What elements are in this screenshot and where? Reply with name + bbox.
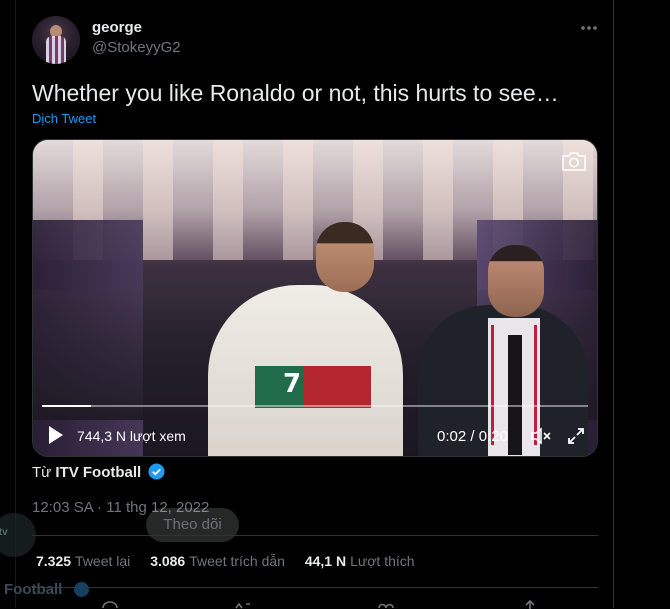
jersey-number: 7 bbox=[283, 369, 302, 399]
source-account-link[interactable]: ITV Football bbox=[55, 464, 141, 481]
video-time: 0:02 / 0:20 bbox=[437, 428, 508, 445]
retweet-count: 7.325 bbox=[36, 553, 72, 569]
like-count: 44,1 N bbox=[304, 553, 347, 569]
retweet-label: Tweet lại bbox=[75, 553, 131, 569]
user-handle[interactable]: @StokeyyG2 bbox=[92, 39, 181, 56]
follow-button[interactable]: Theo dõi bbox=[146, 508, 239, 542]
display-name[interactable]: george bbox=[92, 19, 142, 36]
itv-logo-text: itv bbox=[0, 527, 8, 538]
camera-icon-svg bbox=[562, 152, 586, 171]
video-progress-fill bbox=[42, 405, 92, 407]
video-player-head bbox=[316, 222, 374, 292]
right-column-border bbox=[613, 0, 614, 608]
quote-label: Tweet trích dẫn bbox=[189, 553, 285, 569]
hover-card-account-name: Football bbox=[4, 581, 63, 598]
video-source: Từ ITV Football bbox=[32, 463, 165, 481]
play-icon[interactable] bbox=[47, 425, 65, 445]
play-icon-svg bbox=[49, 426, 63, 444]
retweet-stat[interactable]: 7.325 Tweet lại bbox=[36, 553, 130, 569]
source-prefix: Từ bbox=[32, 464, 52, 481]
jersey-red-band bbox=[303, 366, 371, 408]
translate-tweet-link[interactable]: Dịch Tweet bbox=[32, 111, 96, 126]
fullscreen-icon-svg bbox=[568, 428, 584, 444]
more-dots-icon-svg bbox=[581, 26, 597, 30]
quote-count: 3.086 bbox=[150, 553, 186, 569]
quote-tweet-stat[interactable]: 3.086 Tweet trích dẫn bbox=[150, 553, 285, 569]
engagement-stats: 7.325 Tweet lại 3.086 Tweet trích dẫn 44,1… bbox=[36, 553, 431, 569]
like-label: Lượt thích bbox=[350, 553, 415, 569]
mute-icon-svg bbox=[531, 427, 551, 445]
fullscreen-icon[interactable] bbox=[566, 426, 586, 446]
video-player[interactable]: 7 744,3 N lượt xem 0:02 / 0:20 bbox=[32, 139, 598, 457]
view-count: 744,3 N lượt xem bbox=[77, 428, 186, 444]
avatar[interactable] bbox=[32, 16, 80, 64]
verified-badge-icon bbox=[148, 463, 165, 480]
video-progress-bar[interactable] bbox=[42, 405, 588, 407]
divider bbox=[32, 535, 598, 536]
like-stat[interactable]: 44,1 N Lượt thích bbox=[305, 553, 415, 569]
camera-icon[interactable] bbox=[561, 150, 587, 172]
hover-card-verified-icon bbox=[74, 582, 89, 597]
divider bbox=[32, 587, 598, 588]
tweet-text: Whether you like Ronaldo or not, this hu… bbox=[32, 80, 559, 106]
avatar-jersey bbox=[46, 36, 66, 64]
verified-badge-icon-svg bbox=[148, 463, 165, 480]
more-dots-icon[interactable] bbox=[574, 18, 604, 40]
mute-icon[interactable] bbox=[530, 426, 552, 446]
video-official-head bbox=[488, 245, 544, 317]
